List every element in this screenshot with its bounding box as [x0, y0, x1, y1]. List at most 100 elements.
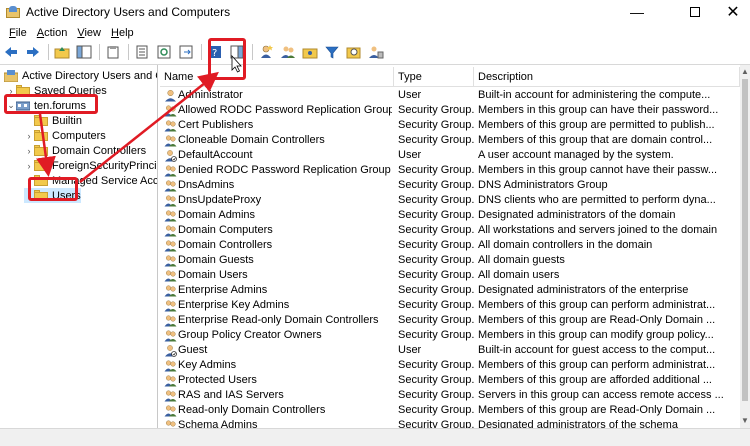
properties-icon — [136, 45, 148, 59]
table-row[interactable]: Enterprise Read-only Domain Controllers S… — [160, 313, 740, 328]
cell-description: Members in this group cannot have their … — [478, 164, 718, 176]
table-row[interactable]: Protected Users Security Group... Members … — [160, 373, 740, 388]
show-hide-console-tree-button[interactable] — [75, 43, 93, 61]
table-row[interactable]: Domain Admins Security Group... Designated… — [160, 208, 740, 223]
cell-description: Servers in this group can access remote … — [478, 389, 724, 401]
cell-description: DNS Administrators Group — [478, 179, 608, 191]
cell-type: Security Group... — [398, 119, 474, 131]
menu-help[interactable]: Help — [106, 27, 139, 39]
show-hide-action-pane-button[interactable] — [228, 43, 246, 61]
column-header-description[interactable]: Description — [474, 67, 740, 87]
table-row[interactable]: Read-only Domain Controllers Security Gro… — [160, 403, 740, 418]
table-row[interactable]: Denied RODC Password Replication Group Se… — [160, 163, 740, 178]
table-row[interactable]: Domain Guests Security Group... All domain… — [160, 253, 740, 268]
menu-file[interactable]: File — [4, 27, 32, 39]
table-row[interactable]: RAS and IAS Servers Security Group... Serv… — [160, 388, 740, 403]
cell-type: Security Group... — [398, 134, 474, 146]
cell-name: Allowed RODC Password Replication Group — [178, 104, 392, 116]
menu-view[interactable]: View — [72, 27, 106, 39]
column-header-type[interactable]: Type — [394, 67, 474, 87]
status-bar — [0, 428, 750, 446]
folder-icon — [34, 115, 48, 126]
cell-name: Protected Users — [178, 374, 257, 386]
table-row[interactable]: Domain Users Security Group... All domain … — [160, 268, 740, 283]
menu-action[interactable]: Action — [32, 27, 73, 39]
tree-item-users[interactable]: Users — [24, 188, 81, 203]
table-row[interactable]: Cloneable Domain Controllers Security Gro… — [160, 133, 740, 148]
tree-item-foreign-security-principals[interactable]: › ForeignSecurityPrincipals — [24, 158, 158, 173]
create-new-ou-button[interactable] — [301, 43, 319, 61]
help-button[interactable]: ? — [206, 43, 224, 61]
table-row[interactable]: DnsAdmins Security Group... DNS Administra… — [160, 178, 740, 193]
refresh-button[interactable] — [155, 43, 173, 61]
tree-item-domain-controllers[interactable]: › Domain Controllers — [24, 143, 147, 158]
create-new-group-button[interactable] — [279, 43, 297, 61]
back-button[interactable] — [2, 43, 20, 61]
minimize-button[interactable]: — — [614, 0, 660, 24]
cell-description: Members of this group are Read-Only Doma… — [478, 404, 716, 416]
cell-type: Security Group... — [398, 329, 474, 341]
ad-root-icon — [4, 69, 18, 82]
cell-description: Members in this group can have their pas… — [478, 104, 719, 116]
cell-type: Security Group... — [398, 164, 474, 176]
security-group-icon — [164, 360, 177, 372]
export-list-icon — [179, 45, 193, 59]
cell-description: A user account managed by the system. — [478, 149, 674, 161]
cell-description: Members of this group can perform admini… — [478, 299, 716, 311]
forward-arrow-icon — [27, 47, 39, 57]
column-header-name[interactable]: Name — [160, 67, 394, 87]
tree-item-root[interactable]: Active Directory Users and Com — [4, 68, 157, 83]
cell-name: DefaultAccount — [178, 149, 253, 161]
tree-item-managed-service-accounts[interactable]: › Managed Service Accour — [24, 173, 158, 188]
add-to-group-button[interactable] — [367, 43, 385, 61]
tree-item-builtin[interactable]: Builtin — [24, 113, 82, 128]
folder-up-icon — [54, 47, 70, 59]
table-row[interactable]: DefaultAccount User A user account managed… — [160, 148, 740, 163]
security-group-icon — [164, 390, 177, 402]
table-row[interactable]: Administrator User Built-in account for ad… — [160, 88, 740, 103]
chevron-right-icon[interactable]: › — [6, 86, 16, 96]
tree-item-domain[interactable]: ⌄ ten.forums — [6, 98, 86, 113]
folder-icon — [34, 190, 48, 201]
table-row[interactable]: Domain Computers Security Group... All wor… — [160, 223, 740, 238]
table-row[interactable]: DnsUpdateProxy Security Group... DNS clien… — [160, 193, 740, 208]
vertical-scrollbar[interactable]: ▲ ▼ — [740, 65, 750, 446]
back-arrow-icon — [5, 47, 17, 57]
scroll-thumb[interactable] — [742, 79, 748, 401]
export-list-button[interactable] — [177, 43, 195, 61]
scroll-down-icon[interactable]: ▼ — [741, 416, 749, 425]
table-row[interactable]: Enterprise Key Admins Security Group... Me… — [160, 298, 740, 313]
delete-button[interactable] — [104, 43, 122, 61]
properties-button[interactable] — [133, 43, 151, 61]
table-row[interactable]: Domain Controllers Security Group... All d… — [160, 238, 740, 253]
tree-item-saved-queries[interactable]: › Saved Queries — [6, 83, 107, 98]
cell-description: Built-in account for administering the c… — [478, 89, 711, 101]
chevron-down-icon[interactable]: ⌄ — [6, 100, 16, 111]
chevron-right-icon[interactable]: › — [24, 131, 34, 141]
cell-name: Domain Users — [178, 269, 248, 281]
table-row[interactable]: Allowed RODC Password Replication Group S… — [160, 103, 740, 118]
table-row[interactable]: Key Admins Security Group... Members of th… — [160, 358, 740, 373]
find-button[interactable] — [345, 43, 363, 61]
chevron-right-icon[interactable]: › — [24, 176, 34, 186]
forward-button[interactable] — [24, 43, 42, 61]
cell-name: Denied RODC Password Replication Group — [178, 164, 391, 176]
close-button[interactable]: ✕ — [710, 0, 750, 24]
up-one-level-button[interactable] — [53, 43, 71, 61]
add-filter-button[interactable] — [323, 43, 341, 61]
table-row[interactable]: Enterprise Admins Security Group... Design… — [160, 283, 740, 298]
chevron-right-icon[interactable]: › — [24, 146, 34, 156]
scroll-up-icon[interactable]: ▲ — [741, 67, 749, 76]
chevron-right-icon[interactable]: › — [24, 161, 34, 171]
cell-type: Security Group... — [398, 209, 474, 221]
window-title: Active Directory Users and Computers — [26, 5, 231, 19]
security-group-icon — [164, 270, 177, 282]
refresh-icon — [157, 45, 171, 59]
tree-item-computers[interactable]: › Computers — [24, 128, 106, 143]
cell-name: Domain Admins — [178, 209, 256, 221]
table-row[interactable]: Group Policy Creator Owners Security Grou… — [160, 328, 740, 343]
ad-users-computers-icon — [6, 6, 20, 18]
table-row[interactable]: Cert Publishers Security Group... Members … — [160, 118, 740, 133]
table-row[interactable]: Guest User Built-in account for guest acce… — [160, 343, 740, 358]
create-new-user-button[interactable] — [257, 43, 275, 61]
